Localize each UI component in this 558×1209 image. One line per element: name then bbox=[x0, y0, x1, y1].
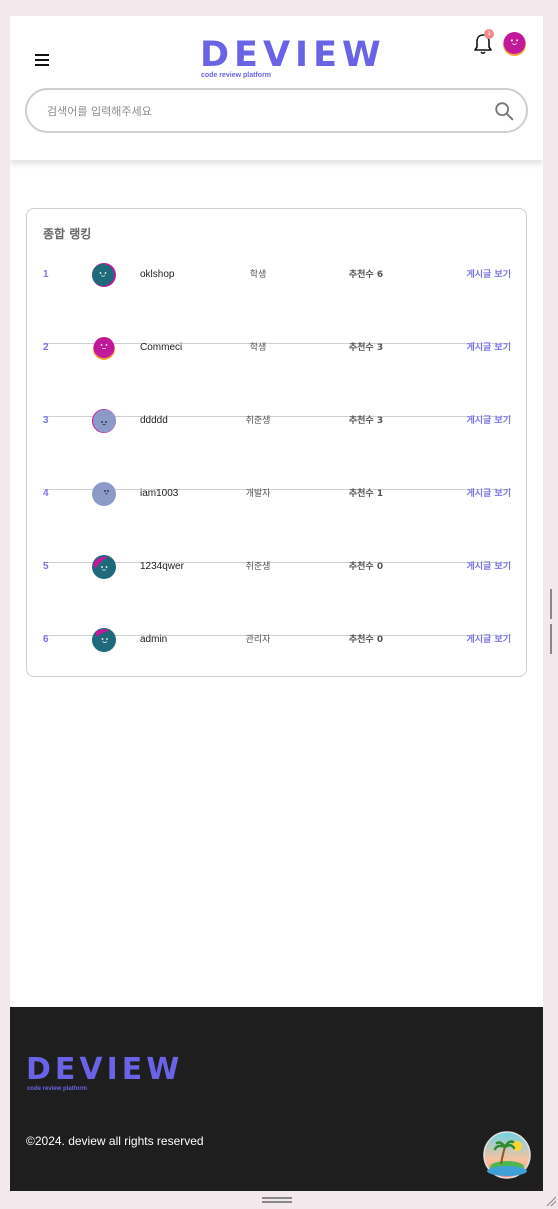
footer: DEVIEW code review platform ©2024. devie… bbox=[10, 1007, 543, 1191]
username: admin bbox=[140, 634, 168, 645]
username: ddddd bbox=[140, 415, 168, 426]
avatar-icon[interactable] bbox=[92, 555, 116, 579]
view-posts-link[interactable]: 게시글 보기 bbox=[466, 408, 511, 434]
avatar-icon[interactable] bbox=[92, 263, 116, 287]
view-posts-link[interactable]: 게시글 보기 bbox=[466, 481, 511, 507]
bottom-resize-handle[interactable] bbox=[262, 1197, 292, 1205]
recommend-count: 추천수 0 bbox=[348, 562, 384, 572]
username: Commeci bbox=[140, 342, 183, 353]
recommend-count: 추천수 6 bbox=[348, 270, 384, 280]
ranking-row: 5 1234qwer 취준생 추천수 0 게시글 보기 bbox=[43, 554, 511, 636]
user-avatar-button[interactable] bbox=[502, 31, 527, 56]
avatar-icon[interactable] bbox=[92, 482, 116, 506]
header: DEVIEW code review platform 1 bbox=[10, 16, 543, 160]
avatar-icon[interactable] bbox=[92, 336, 116, 360]
avatar-icon[interactable] bbox=[92, 409, 116, 433]
menu-icon[interactable] bbox=[35, 54, 49, 66]
recommend-count: 추천수 3 bbox=[348, 416, 384, 426]
notification-button[interactable]: 1 bbox=[471, 29, 495, 56]
ranking-row: 3 ddddd 취준생 추천수 3 게시글 보기 bbox=[43, 408, 511, 490]
island-icon[interactable] bbox=[483, 1131, 531, 1179]
recommend-count: 추천수 0 bbox=[348, 635, 384, 645]
ranking-row: 4 iam1003 개발자 추천수 1 게시글 보기 bbox=[43, 481, 511, 563]
username: iam1003 bbox=[140, 488, 179, 499]
notification-badge: 1 bbox=[484, 29, 494, 39]
copyright-text: ©2024. deview all rights reserved bbox=[26, 1134, 204, 1148]
rank-number: 1 bbox=[43, 269, 49, 280]
rank-number: 4 bbox=[43, 488, 49, 499]
rank-number: 2 bbox=[43, 342, 49, 353]
footer-logo[interactable]: DEVIEW code review platform bbox=[26, 1055, 183, 1093]
ranking-title: 종합 랭킹 bbox=[43, 227, 92, 241]
user-role: 관리자 bbox=[245, 635, 271, 645]
user-role: 개발자 bbox=[245, 489, 271, 499]
search-icon[interactable] bbox=[493, 100, 515, 122]
avatar-icon[interactable] bbox=[92, 628, 116, 652]
recommend-count: 추천수 3 bbox=[348, 343, 384, 353]
rank-number: 5 bbox=[43, 561, 49, 572]
search-input[interactable] bbox=[47, 102, 467, 120]
logo[interactable]: DEVIEW code review platform bbox=[200, 35, 386, 82]
user-role: 학생 bbox=[249, 270, 267, 280]
recommend-count: 추천수 1 bbox=[348, 489, 384, 499]
side-resize-handle[interactable] bbox=[550, 589, 556, 654]
user-role: 취준생 bbox=[245, 416, 271, 426]
username: oklshop bbox=[140, 269, 175, 280]
search-bar bbox=[25, 88, 528, 133]
username: 1234qwer bbox=[140, 561, 184, 572]
view-posts-link[interactable]: 게시글 보기 bbox=[466, 335, 511, 361]
app-frame: DEVIEW code review platform 1 검색어를 입력해주세… bbox=[10, 16, 543, 1191]
rank-number: 3 bbox=[43, 415, 49, 426]
ranking-row: 6 admin 관리자 추천수 0 게시글 보기 bbox=[43, 627, 511, 700]
view-posts-link[interactable]: 게시글 보기 bbox=[466, 627, 511, 653]
avatar-icon bbox=[503, 32, 526, 56]
ranking-card: 종합 랭킹 1 oklshop 학생 추천수 6 게시글 보기 2 Commec… bbox=[26, 208, 527, 677]
ranking-row: 1 oklshop 학생 추천수 6 게시글 보기 bbox=[43, 262, 511, 344]
ranking-row: 2 Commeci 학생 추천수 3 게시글 보기 bbox=[43, 335, 511, 417]
view-posts-link[interactable]: 게시글 보기 bbox=[466, 554, 511, 580]
view-posts-link[interactable]: 게시글 보기 bbox=[466, 262, 511, 288]
user-role: 학생 bbox=[249, 343, 267, 353]
resize-grip-icon[interactable] bbox=[545, 1195, 557, 1207]
rank-number: 6 bbox=[43, 634, 49, 645]
logo-text: DEVIEW bbox=[200, 35, 386, 75]
footer-logo-text: DEVIEW bbox=[26, 1052, 184, 1087]
user-role: 취준생 bbox=[245, 562, 271, 572]
